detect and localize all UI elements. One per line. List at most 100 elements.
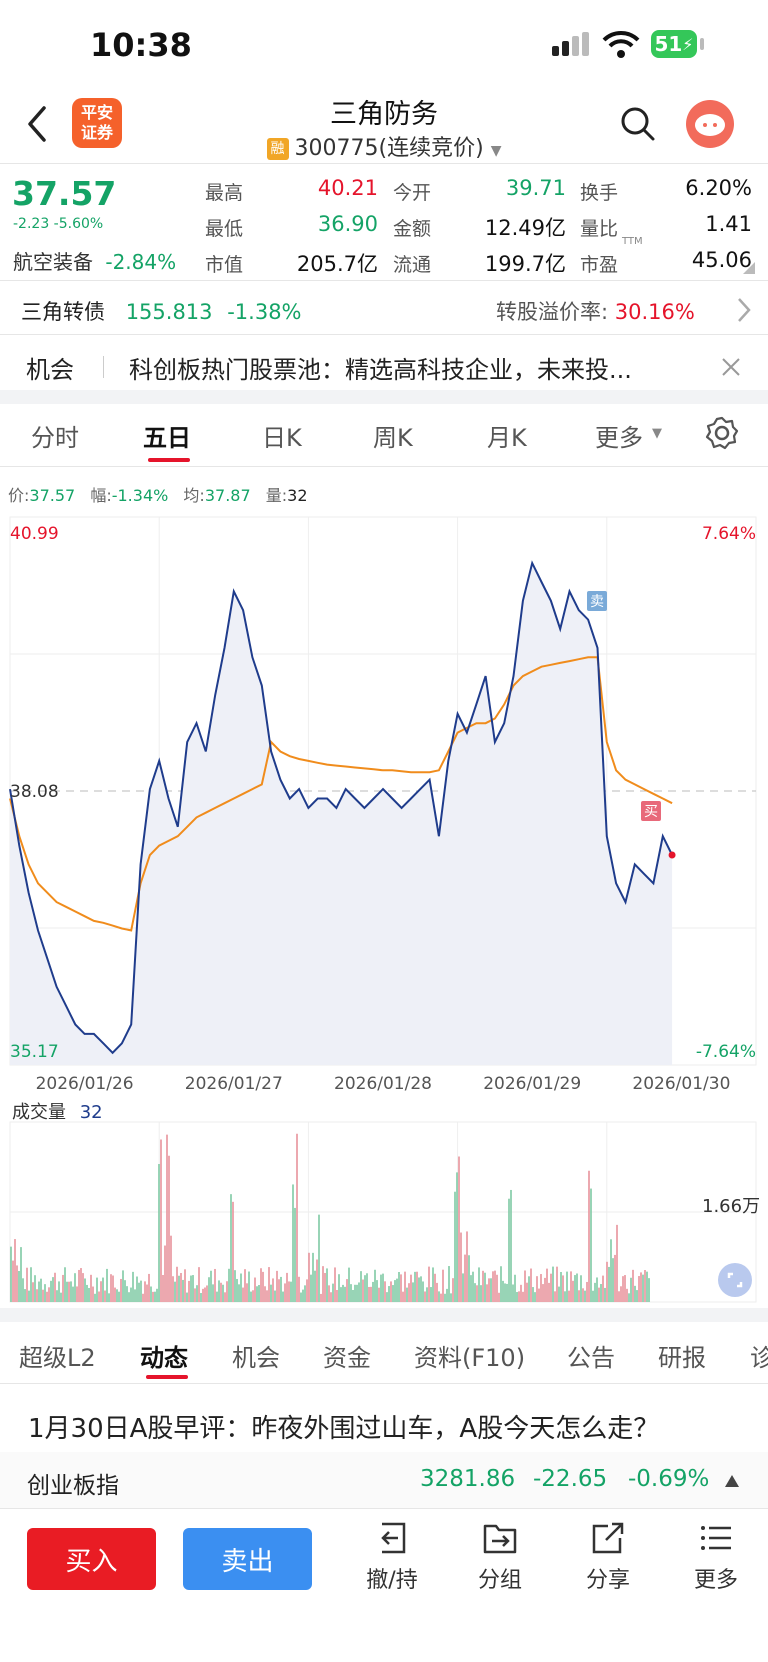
quote-label: 最高 <box>205 182 244 204</box>
group-button[interactable]: 分组 <box>455 1518 545 1598</box>
volume-chart[interactable] <box>0 1118 768 1304</box>
index-value: 3281.86 <box>420 1466 516 1492</box>
chart-tab-0[interactable]: 分时 <box>31 418 79 453</box>
sector-change: -2.84% <box>105 250 177 274</box>
index-name: 创业板指 <box>27 1473 119 1499</box>
sector-info[interactable]: 航空装备 -2.84% <box>13 246 176 275</box>
more-dropdown-icon: ▼ <box>652 426 662 441</box>
undo-hold-button[interactable]: 撤/持 <box>347 1518 437 1598</box>
info-vol-label: 量: <box>265 486 288 505</box>
news-tab-4[interactable]: 资料(F10) <box>414 1338 525 1373</box>
news-tab-indicator <box>146 1375 188 1379</box>
section-gap <box>0 1308 768 1322</box>
chart-tab-5[interactable]: 更多 <box>595 418 643 453</box>
info-price-label: 价: <box>8 486 30 505</box>
battery-tip <box>700 38 704 50</box>
info-price: 37.57 <box>29 486 76 505</box>
buy-button[interactable]: 买入 <box>27 1528 156 1590</box>
chart-tab-1[interactable]: 五日 <box>143 418 191 453</box>
quote-value: 45.06 <box>691 248 752 272</box>
margin-badge: 融 <box>266 138 289 160</box>
quote-value: 1.41 <box>705 212 752 236</box>
chart-info: 价:37.57 幅:-1.34% 均:37.87 量:32 <box>8 482 308 506</box>
chart-tab-3[interactable]: 周K <box>373 418 413 453</box>
bond-row[interactable]: 三角转债 155.813 -1.38% <box>21 296 302 326</box>
stock-code-text: 300775(连续竞价) <box>294 136 484 161</box>
quote-label: 流通 <box>393 254 432 276</box>
price-chart[interactable]: 40.99 38.08 35.17 7.64% -7.64% 2026/01/26 2026… <box>0 515 768 1095</box>
news-tab-7[interactable]: 诊 <box>750 1338 768 1373</box>
quote-label: 最低 <box>205 218 244 240</box>
chevron-right-icon[interactable] <box>736 296 752 324</box>
status-time: 10:38 <box>90 26 192 64</box>
section-gap <box>0 390 768 404</box>
folder-icon <box>483 1524 517 1554</box>
news-tab-2[interactable]: 机会 <box>232 1338 280 1373</box>
quote-value: 39.71 <box>505 176 566 200</box>
sell-button[interactable]: 卖出 <box>183 1528 312 1590</box>
settings-icon[interactable] <box>705 416 739 450</box>
bond-premium[interactable]: 转股溢价率: 30.16% <box>496 296 695 326</box>
chart-tab-indicator <box>148 458 190 462</box>
quote-value: 12.49亿 <box>484 216 566 240</box>
news-tab-3[interactable]: 资金 <box>323 1338 371 1373</box>
tool-label: 分组 <box>477 1568 522 1593</box>
current-price: 37.57 <box>12 174 117 213</box>
bond-change: -1.38% <box>227 300 302 324</box>
chart-tab-2[interactable]: 日K <box>262 418 302 453</box>
menu-icon <box>701 1526 731 1550</box>
corner-triangle-icon <box>743 262 755 274</box>
wifi-icon <box>602 30 640 58</box>
price-change: -2.23 -5.60% <box>13 216 104 232</box>
volume-scale: 1.66万 <box>702 1196 761 1217</box>
price-area <box>10 563 673 1065</box>
divider <box>0 1383 768 1384</box>
tool-label: 更多 <box>693 1568 738 1593</box>
opportunity-tag: 机会 <box>26 356 74 384</box>
search-icon[interactable] <box>620 106 656 142</box>
news-tab-1[interactable]: 动态 <box>140 1338 188 1373</box>
premium-value: 30.16% <box>614 300 695 324</box>
current-point <box>668 851 676 859</box>
divider <box>0 163 768 164</box>
quote-label: 量比 <box>580 218 619 240</box>
undo-icon <box>381 1522 406 1554</box>
pct-label-bottom: -7.64% <box>696 1042 756 1062</box>
pct-label-top: 7.64% <box>702 524 756 544</box>
dropdown-icon: ▼ <box>490 143 502 159</box>
share-icon <box>592 1522 624 1554</box>
close-icon[interactable] <box>720 356 742 378</box>
quote-label: 市盈 <box>580 254 619 276</box>
divider <box>0 466 768 467</box>
sell-marker-label: 卖 <box>590 594 604 610</box>
quote-label: 换手 <box>580 182 619 204</box>
quote-label: 市值 <box>205 254 244 276</box>
news-tab-6[interactable]: 研报 <box>658 1338 706 1373</box>
buy-marker-label: 买 <box>644 804 658 820</box>
share-button[interactable]: 分享 <box>563 1518 653 1598</box>
fullscreen-button[interactable] <box>718 1263 752 1297</box>
index-pct: -0.69% <box>628 1466 710 1492</box>
x-label: 2026/01/26 <box>36 1074 134 1094</box>
assistant-avatar[interactable] <box>686 100 734 148</box>
quote-value: 6.20% <box>685 176 752 200</box>
chart-tab-4[interactable]: 月K <box>487 418 527 453</box>
news-tab-5[interactable]: 公告 <box>567 1338 615 1373</box>
divider <box>0 334 768 335</box>
divider <box>0 1508 768 1509</box>
status-bar: 10:38 51 ⚡ <box>0 0 768 90</box>
quote-value: 199.7亿 <box>484 252 566 276</box>
news-headline[interactable]: 1月30日A股早评：昨夜外围过山车，A股今天怎么走？ <box>28 1408 659 1445</box>
separator <box>103 356 104 378</box>
expand-up-icon[interactable] <box>724 1474 740 1488</box>
more-button[interactable]: 更多 <box>671 1518 761 1598</box>
news-tab-0[interactable]: 超级L2 <box>19 1338 96 1373</box>
premium-label: 转股溢价率: <box>496 300 609 324</box>
info-amp-label: 幅: <box>90 486 112 505</box>
signal-icon <box>552 32 589 56</box>
info-vol: 32 <box>287 486 308 505</box>
opportunity-text[interactable]: 科创板热门股票池：精选高科技企业，未来投... <box>129 350 699 385</box>
quote-value: 36.90 <box>317 212 378 236</box>
bond-price: 155.813 <box>125 300 213 324</box>
y-label-mid: 38.08 <box>10 782 59 802</box>
